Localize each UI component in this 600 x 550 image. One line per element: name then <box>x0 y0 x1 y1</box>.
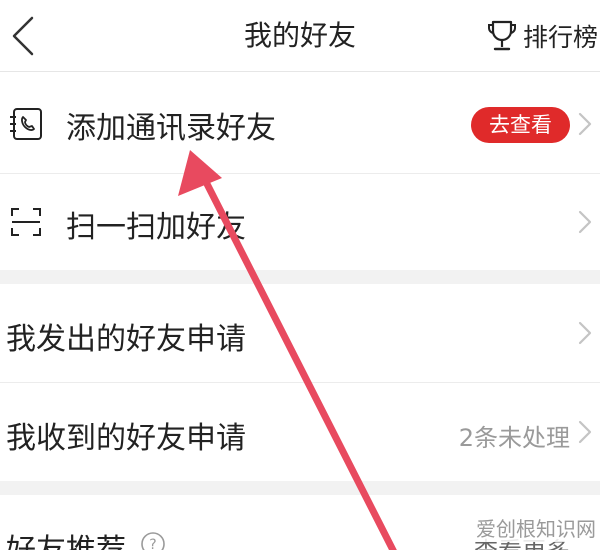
pending-count-text: 2条未处理 <box>458 424 570 452</box>
question-circle-icon[interactable]: ? <box>140 531 166 550</box>
received-requests-row[interactable]: 我收到的好友申请 2条未处理 <box>0 383 600 481</box>
watermark-text: 爱创根知识网 <box>474 513 598 542</box>
sent-requests-label: 我发出的好友申请 <box>6 322 246 357</box>
scan-frame-icon <box>11 208 41 236</box>
add-contacts-row[interactable]: 添加通讯录好友 去查看 <box>0 73 600 173</box>
chevron-right-icon <box>578 321 592 345</box>
view-contacts-badge[interactable]: 去查看 <box>471 107 570 143</box>
add-contacts-label: 添加通讯录好友 <box>66 111 276 146</box>
phone-book-icon <box>10 108 42 140</box>
section-gap <box>0 270 600 284</box>
section-gap <box>0 481 600 495</box>
svg-text:?: ? <box>149 537 156 550</box>
trophy-icon <box>487 20 516 51</box>
top-nav-bar: 我的好友 排行榜 <box>0 0 600 72</box>
chevron-right-icon <box>578 112 592 136</box>
friend-recommend-label: 好友推荐 <box>6 525 126 550</box>
my-friends-page: 我的好友 排行榜 添加通讯录好友 去查看 扫一扫加好友 我发出的好友申请 我收到… <box>0 0 600 550</box>
chevron-right-icon <box>578 420 592 444</box>
chevron-right-icon <box>578 210 592 234</box>
received-requests-label: 我收到的好友申请 <box>6 421 246 456</box>
scan-add-row[interactable]: 扫一扫加好友 <box>0 174 600 270</box>
scan-add-label: 扫一扫加好友 <box>66 210 246 245</box>
sent-requests-row[interactable]: 我发出的好友申请 <box>0 284 600 382</box>
leaderboard-label: 排行榜 <box>522 23 598 52</box>
leaderboard-button[interactable]: 排行榜 <box>487 16 598 56</box>
